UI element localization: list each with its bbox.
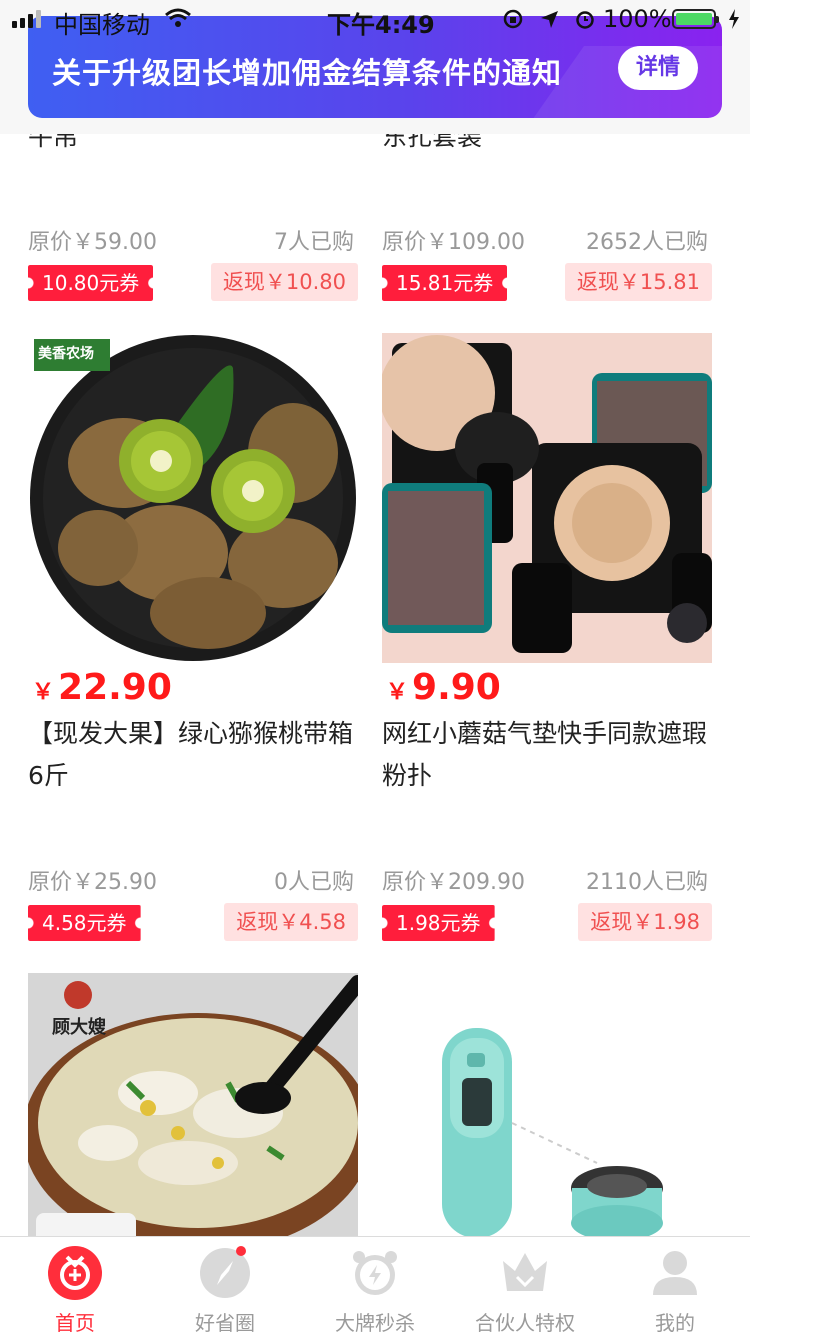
coupon-badge: 4.58元券 (28, 905, 141, 941)
notice-title: 关于升级团长增加佣金结算条件的通知 (52, 56, 563, 90)
sold-count: 2110人已购 (586, 870, 708, 895)
price-row: 原价￥59.00 7人已购 (28, 224, 358, 255)
tab-savings-circle[interactable]: 好省圈 (150, 1237, 300, 1335)
original-price: 原价￥209.90 (382, 870, 525, 895)
product-title: 【现发大果】绿心猕猴桃带箱6斤 (28, 719, 354, 790)
cushion-compact-photo (382, 333, 712, 663)
cashback-badge: 返现￥1.98 (578, 903, 712, 941)
bottom-tab-bar: 首页 好省圈 大牌秒杀 合伙人特权 我的 (0, 1236, 750, 1335)
product-price: ￥ 9.90 (386, 667, 501, 708)
battery-percent: 100% (603, 5, 672, 33)
app-screen: 牛帛 原价￥59.00 7人已购 10.80元券 返现￥10.80 东扎套装 原… (0, 0, 750, 1334)
cashback-badge: 返现￥10.80 (210, 263, 358, 301)
signal-icon (12, 10, 41, 28)
price-value: 9.90 (412, 667, 501, 708)
details-button[interactable]: 详情 (618, 46, 698, 90)
coupon-badge: 15.81元券 (382, 265, 508, 301)
price-row: 原价￥209.90 2110人已购 (382, 864, 712, 895)
sold-count: 0人已购 (274, 870, 354, 895)
product-title: 网红小蘑菇气垫快手同款遮瑕粉扑 (382, 719, 708, 790)
carrier-name: 中国移动 (54, 11, 150, 39)
sold-count: 2652人已购 (586, 230, 708, 255)
tab-flash-sale[interactable]: 大牌秒杀 (300, 1237, 450, 1335)
alarm-icon (576, 11, 594, 29)
brand-logo: 美香农场 (38, 346, 94, 362)
sold-count: 7人已购 (274, 230, 354, 255)
currency-symbol: ￥ (386, 680, 409, 705)
price-row: 原价￥25.90 0人已购 (28, 864, 358, 895)
currency-symbol: ￥ (32, 680, 55, 705)
charging-icon (729, 9, 739, 29)
cashback-badge: 返现￥15.81 (564, 263, 712, 301)
product-price: ￥ 22.90 (32, 667, 172, 708)
status-bar: 中国移动 下午4:49 100% (0, 0, 750, 40)
tab-label: 首页 (55, 1311, 95, 1335)
product-image[interactable] (382, 333, 712, 663)
notification-dot (236, 1246, 246, 1256)
tab-label: 合伙人特权 (475, 1311, 575, 1335)
rotation-lock-icon (503, 9, 523, 29)
price-row: 原价￥109.00 2652人已购 (382, 224, 712, 255)
original-price: 原价￥109.00 (382, 230, 525, 255)
tab-partner-privileges[interactable]: 合伙人特权 (450, 1237, 600, 1335)
home-coin-icon (48, 1246, 102, 1300)
battery-icon (672, 9, 719, 29)
alarm-clock-icon (353, 1251, 397, 1295)
product-image[interactable]: 美香农场 (28, 333, 358, 663)
original-price: 原价￥59.00 (28, 230, 157, 255)
tab-label: 我的 (655, 1311, 695, 1335)
person-icon (653, 1251, 697, 1295)
crown-icon (503, 1253, 547, 1291)
price-value: 22.90 (58, 667, 172, 708)
tab-home[interactable]: 首页 (0, 1237, 150, 1335)
tab-label: 好省圈 (195, 1311, 255, 1335)
original-price: 原价￥25.90 (28, 870, 157, 895)
wifi-icon (165, 8, 191, 27)
tab-profile[interactable]: 我的 (600, 1237, 750, 1335)
tab-label: 大牌秒杀 (335, 1311, 415, 1335)
coupon-badge: 10.80元券 (28, 265, 154, 301)
brand-logo: 顾大嫂 (52, 1017, 106, 1038)
coupon-badge: 1.98元券 (382, 905, 495, 941)
clock-time: 下午4:49 (327, 11, 435, 39)
cashback-badge: 返现￥4.58 (224, 903, 358, 941)
location-icon (541, 11, 558, 28)
kiwifruit-photo (30, 335, 356, 661)
